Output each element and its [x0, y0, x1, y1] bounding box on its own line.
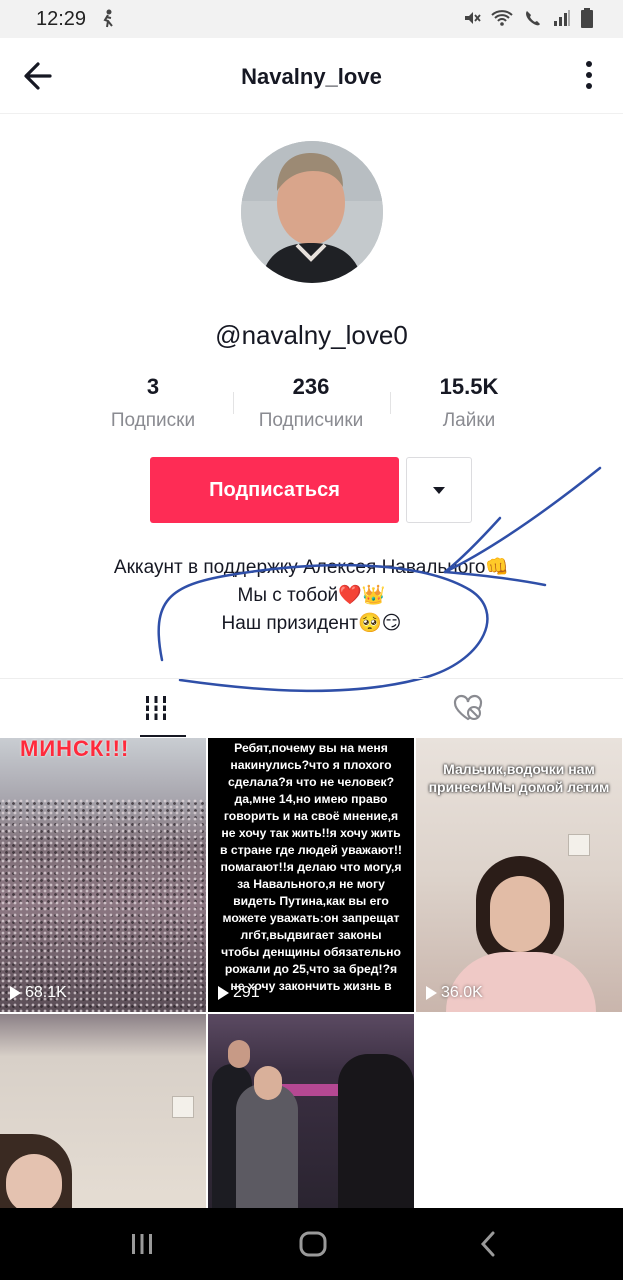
- recent-apps-button[interactable]: [112, 1226, 172, 1262]
- views-count: 291: [233, 984, 260, 1001]
- home-button[interactable]: [283, 1226, 343, 1262]
- video-tile[interactable]: Мальчик,водочки нам принеси!Мы домой лет…: [416, 738, 622, 1012]
- video-tile[interactable]: Ребят,почему вы на меня накинулись?что я…: [208, 738, 414, 1012]
- video-tile[interactable]: МИНСК!!! 68.1K: [0, 738, 206, 1012]
- tab-indicator: [140, 735, 186, 737]
- video-caption: Мальчик,водочки нам принеси!Мы домой лет…: [428, 761, 610, 795]
- system-nav-bar: [0, 1208, 623, 1280]
- video-tile[interactable]: [0, 1014, 206, 1208]
- video-caption: МИНСК!!!: [20, 738, 130, 761]
- hand-drawn-annotation: [157, 466, 602, 693]
- person-image: [338, 1054, 414, 1208]
- play-icon: [426, 986, 437, 1000]
- views-count: 36.0K: [441, 984, 483, 1001]
- liked-hidden-icon: [453, 694, 482, 721]
- back-nav-button[interactable]: [458, 1226, 518, 1262]
- grid-icon: [142, 696, 169, 720]
- person-face: [490, 876, 550, 952]
- tab-liked[interactable]: [312, 679, 623, 737]
- person-face: [6, 1154, 62, 1208]
- views-count: 68.1K: [25, 984, 67, 1001]
- light-switch: [568, 834, 590, 856]
- profile-tabs: [0, 678, 623, 737]
- home-icon: [299, 1231, 327, 1257]
- video-tile[interactable]: [208, 1014, 414, 1208]
- recent-apps-icon: [132, 1234, 152, 1254]
- person-face: [228, 1040, 250, 1068]
- person-body: [446, 952, 596, 1012]
- light-switch: [172, 1096, 194, 1118]
- person-face: [254, 1066, 282, 1100]
- play-icon: [10, 986, 21, 1000]
- back-icon: [480, 1231, 495, 1257]
- video-views: 291: [218, 984, 260, 1002]
- person-image: [236, 1084, 298, 1208]
- crowd-image: [0, 798, 206, 1012]
- video-caption: Ребят,почему вы на меня накинулись?что я…: [220, 741, 402, 993]
- tab-videos[interactable]: [0, 679, 311, 737]
- video-views: 36.0K: [426, 984, 483, 1002]
- play-icon: [218, 986, 229, 1000]
- video-views: 68.1K: [10, 984, 67, 1002]
